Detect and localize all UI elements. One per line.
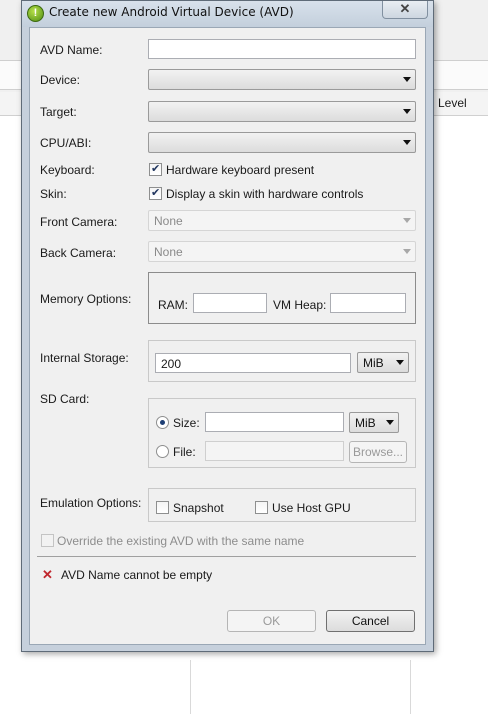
dialog-titlebar[interactable]: ! Create new Android Virtual Device (AVD…: [22, 1, 433, 27]
chevron-down-icon: [403, 249, 411, 254]
override-label[interactable]: Override the existing AVD with the same …: [57, 534, 304, 548]
target-select[interactable]: [148, 101, 416, 122]
chevron-down-icon: [396, 360, 404, 365]
sd-file-input[interactable]: [205, 441, 344, 461]
front-camera-label: Front Camera:: [40, 215, 118, 229]
snapshot-label[interactable]: Snapshot: [173, 501, 224, 515]
sd-card-label: SD Card:: [40, 392, 90, 406]
chevron-down-icon: [386, 420, 394, 425]
keyboard-label: Keyboard:: [40, 163, 95, 177]
memory-options-label: Memory Options:: [40, 292, 132, 306]
level-column-header[interactable]: Level: [438, 96, 467, 110]
internal-storage-input[interactable]: 200: [155, 353, 351, 373]
internal-storage-unit: MiB: [363, 356, 384, 370]
chevron-down-icon: [403, 109, 411, 114]
back-camera-value: None: [154, 245, 183, 259]
ram-label: RAM:: [158, 298, 188, 312]
chevron-down-icon: [403, 140, 411, 145]
sd-file-label[interactable]: File:: [173, 445, 196, 459]
host-gpu-label[interactable]: Use Host GPU: [272, 501, 351, 515]
sd-size-input[interactable]: [205, 412, 344, 432]
internal-storage-unit-select[interactable]: MiB: [357, 352, 409, 373]
avd-name-label: AVD Name:: [40, 43, 103, 57]
vm-heap-label: VM Heap:: [273, 298, 327, 312]
back-camera-label: Back Camera:: [40, 246, 117, 260]
emulation-options-label: Emulation Options:: [40, 496, 142, 510]
hardware-keyboard-label[interactable]: Hardware keyboard present: [166, 163, 314, 177]
sd-size-unit-select[interactable]: MiB: [349, 412, 399, 433]
internal-storage-label: Internal Storage:: [40, 351, 129, 365]
create-avd-dialog: ! Create new Android Virtual Device (AVD…: [21, 0, 434, 652]
divider: [37, 556, 416, 557]
dialog-content: AVD Name: Device: Target: CPU/ABI: Keybo…: [29, 27, 426, 645]
ok-button[interactable]: OK: [227, 610, 316, 632]
internal-storage-value: 200: [161, 357, 182, 371]
chevron-down-icon: [403, 77, 411, 82]
override-checkbox[interactable]: [41, 534, 54, 547]
background-grid-line: [190, 660, 191, 714]
vm-heap-input[interactable]: [330, 293, 406, 313]
front-camera-select[interactable]: None: [148, 210, 416, 231]
ram-input[interactable]: [193, 293, 267, 313]
display-skin-checkbox[interactable]: [149, 186, 162, 200]
display-skin-label[interactable]: Display a skin with hardware controls: [166, 187, 363, 201]
front-camera-value: None: [154, 214, 183, 228]
error-icon: ✕: [42, 567, 53, 582]
cancel-button[interactable]: Cancel: [326, 610, 415, 632]
sd-size-unit: MiB: [355, 416, 376, 430]
dialog-title: Create new Android Virtual Device (AVD): [49, 5, 294, 19]
android-app-icon: !: [27, 5, 44, 22]
device-label: Device:: [40, 73, 81, 87]
device-select[interactable]: [148, 69, 416, 90]
close-button[interactable]: ✕: [382, 1, 428, 19]
sd-file-radio[interactable]: [156, 445, 169, 458]
cpu-abi-select[interactable]: [148, 132, 416, 153]
host-gpu-checkbox[interactable]: [255, 501, 268, 514]
sd-size-label[interactable]: Size:: [173, 416, 200, 430]
back-camera-select[interactable]: None: [148, 241, 416, 262]
background-grid-line: [410, 660, 411, 714]
avd-name-input[interactable]: [148, 39, 416, 59]
skin-label: Skin:: [40, 187, 67, 201]
target-label: Target:: [40, 105, 77, 119]
sd-size-radio[interactable]: [156, 416, 169, 429]
close-icon: ✕: [399, 1, 411, 16]
snapshot-checkbox[interactable]: [156, 501, 169, 514]
hardware-keyboard-checkbox[interactable]: [149, 162, 162, 176]
browse-button[interactable]: Browse...: [349, 441, 407, 463]
chevron-down-icon: [403, 218, 411, 223]
cpu-abi-label: CPU/ABI:: [40, 136, 92, 150]
error-message: AVD Name cannot be empty: [61, 568, 213, 582]
